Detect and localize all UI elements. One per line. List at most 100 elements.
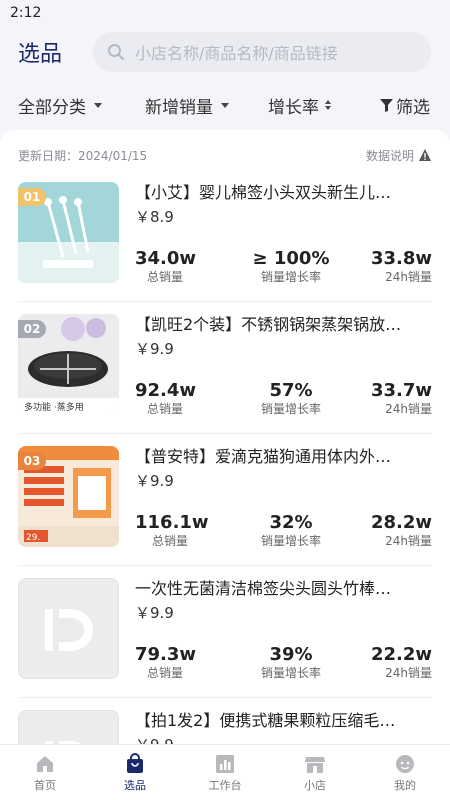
filter-growth[interactable]: 增长率 <box>268 86 331 124</box>
growth-rate-value: 32% <box>269 512 313 533</box>
product-item[interactable]: 01 【小艾】婴儿棉签小头双头新生儿… ￥8.9 34.0w 总销量 ≥ 100… <box>18 182 432 302</box>
product-title: 【拍1发2】便携式糖果颗粒压缩毛… <box>135 711 396 730</box>
product-thumbnail: 01 <box>18 182 119 283</box>
rank-badge: 01 <box>18 188 46 206</box>
home-icon <box>37 756 53 772</box>
bag-icon <box>127 753 143 773</box>
total-sales-value: 92.4w <box>135 380 197 401</box>
chevron-down-icon <box>94 102 102 108</box>
filter-bar: 全部分类 新增销量 增长率 筛选 <box>0 86 450 124</box>
rank-badge: 03 <box>18 452 46 470</box>
nav-profile-label: 我的 <box>394 779 416 792</box>
total-sales-label: 总销量 <box>146 666 183 680</box>
status-bar: 2:12 <box>0 0 450 26</box>
growth-rate: 32% 销量增长率 <box>246 512 336 548</box>
sales-24h-value: 33.8w <box>370 248 432 269</box>
sales-24h-value: 33.7w <box>370 380 432 401</box>
sales-24h: 22.2w 24h销量 <box>368 644 432 680</box>
product-item[interactable]: 一次性无菌清洁棉签尖头圆头竹棒… ￥9.9 79.3w 总销量 39% 销量增长… <box>18 578 432 698</box>
filter-new-sales-label: 新增销量 <box>145 97 213 118</box>
nav-workbench[interactable]: 工作台 <box>180 753 270 793</box>
growth-rate: 57% 销量增长率 <box>246 380 336 416</box>
product-price: ￥8.9 <box>135 208 174 226</box>
page-title: 选品 <box>18 42 63 67</box>
filter-category[interactable]: 全部分类 <box>18 86 102 124</box>
update-row: 更新日期：2024/01/15 数据说明 <box>18 146 432 164</box>
store-icon <box>305 757 325 773</box>
product-thumbnail: 多功能 ·蒸多用 02 <box>18 314 119 415</box>
growth-rate-value: ≥ 100% <box>252 248 330 269</box>
search-icon <box>108 44 124 60</box>
filter-button-label: 筛选 <box>396 97 430 118</box>
nav-selection[interactable]: 选品 <box>90 753 180 793</box>
sales-24h-value: 28.2w <box>370 512 432 533</box>
svg-text:29.: 29. <box>26 533 40 543</box>
growth-rate-label: 销量增长率 <box>260 402 321 416</box>
nav-store[interactable]: 小店 <box>270 753 360 793</box>
sales-24h: 33.7w 24h销量 <box>368 380 432 416</box>
growth-rate: ≥ 100% 销量增长率 <box>246 248 336 284</box>
growth-rate-label: 销量增长率 <box>260 666 321 680</box>
nav-workbench-label: 工作台 <box>208 779 242 792</box>
funnel-icon <box>380 98 393 112</box>
sales-24h-label: 24h销量 <box>385 534 432 548</box>
total-sales-label: 总销量 <box>151 534 188 548</box>
chevron-down-icon <box>221 102 229 108</box>
sales-24h-value: 22.2w <box>370 644 432 665</box>
product-price: ￥9.9 <box>135 472 174 490</box>
placeholder-logo-icon <box>19 579 118 678</box>
nav-selection-label: 选品 <box>124 779 146 792</box>
chart-icon <box>216 755 234 773</box>
search-input[interactable]: 小店名称/商品名称/商品链接 <box>93 32 431 72</box>
product-price: ￥9.9 <box>135 604 174 622</box>
total-sales-label: 总销量 <box>146 402 183 416</box>
rank-badge: 02 <box>18 320 46 338</box>
growth-rate-label: 销量增长率 <box>260 270 321 284</box>
total-sales: 34.0w 总销量 <box>135 248 196 284</box>
product-item[interactable]: 多功能 ·蒸多用 02 【凯旺2个装】不锈钢锅架蒸架锅放… ￥9.9 92.4w… <box>18 314 432 434</box>
product-title: 【凯旺2个装】不锈钢锅架蒸架锅放… <box>135 315 402 334</box>
filter-button[interactable]: 筛选 <box>380 86 430 124</box>
sales-24h-label: 24h销量 <box>385 270 432 284</box>
nav-home[interactable]: 首页 <box>0 753 90 793</box>
total-sales: 92.4w 总销量 <box>135 380 197 416</box>
warning-icon <box>419 149 431 161</box>
filter-growth-label: 增长率 <box>268 97 319 118</box>
status-time: 2:12 <box>10 5 42 21</box>
product-thumbnail: 29. 03 <box>18 446 119 547</box>
growth-rate: 39% 销量增长率 <box>246 644 336 680</box>
total-sales-value: 79.3w <box>135 644 197 665</box>
product-price: ￥9.9 <box>135 340 174 358</box>
total-sales-value: 116.1w <box>135 512 209 533</box>
product-title: 【普安特】爱滴克猫狗通用体内外… <box>135 447 392 466</box>
nav-home-label: 首页 <box>34 779 56 792</box>
total-sales: 116.1w 总销量 <box>135 512 209 548</box>
product-list-card: 更新日期：2024/01/15 数据说明 01 【小艾】婴儿棉签小头双头新生儿…… <box>0 130 450 750</box>
nav-profile[interactable]: 我的 <box>360 753 450 793</box>
total-sales: 79.3w 总销量 <box>135 644 197 680</box>
sales-24h: 33.8w 24h销量 <box>368 248 432 284</box>
sales-24h-label: 24h销量 <box>385 402 432 416</box>
sort-icon <box>325 100 331 110</box>
product-thumbnail <box>18 578 119 679</box>
nav-store-label: 小店 <box>304 779 326 792</box>
svg-text:多功能 ·蒸多用: 多功能 ·蒸多用 <box>24 401 84 413</box>
total-sales-label: 总销量 <box>146 270 183 284</box>
growth-rate-value: 39% <box>269 644 313 665</box>
update-date: 更新日期：2024/01/15 <box>18 148 148 163</box>
bottom-nav: 首页 选品 工作台 小店 我的 <box>0 744 450 800</box>
profile-icon <box>396 755 414 773</box>
growth-rate-label: 销量增长率 <box>260 534 321 548</box>
filter-category-label: 全部分类 <box>18 97 86 118</box>
sales-24h-label: 24h销量 <box>385 666 432 680</box>
product-title: 一次性无菌清洁棉签尖头圆头竹棒… <box>135 579 392 598</box>
product-item[interactable]: 29. 03 【普安特】爱滴克猫狗通用体内外… ￥9.9 116.1w 总销量 … <box>18 446 432 566</box>
search-placeholder: 小店名称/商品名称/商品链接 <box>135 44 338 63</box>
sales-24h: 28.2w 24h销量 <box>368 512 432 548</box>
product-title: 【小艾】婴儿棉签小头双头新生儿… <box>135 183 392 202</box>
header: 选品 小店名称/商品名称/商品链接 <box>0 26 450 78</box>
data-info-link[interactable]: 数据说明 <box>366 147 432 164</box>
growth-rate-value: 57% <box>269 380 313 401</box>
filter-new-sales[interactable]: 新增销量 <box>145 86 229 124</box>
data-info-label: 数据说明 <box>365 148 414 163</box>
